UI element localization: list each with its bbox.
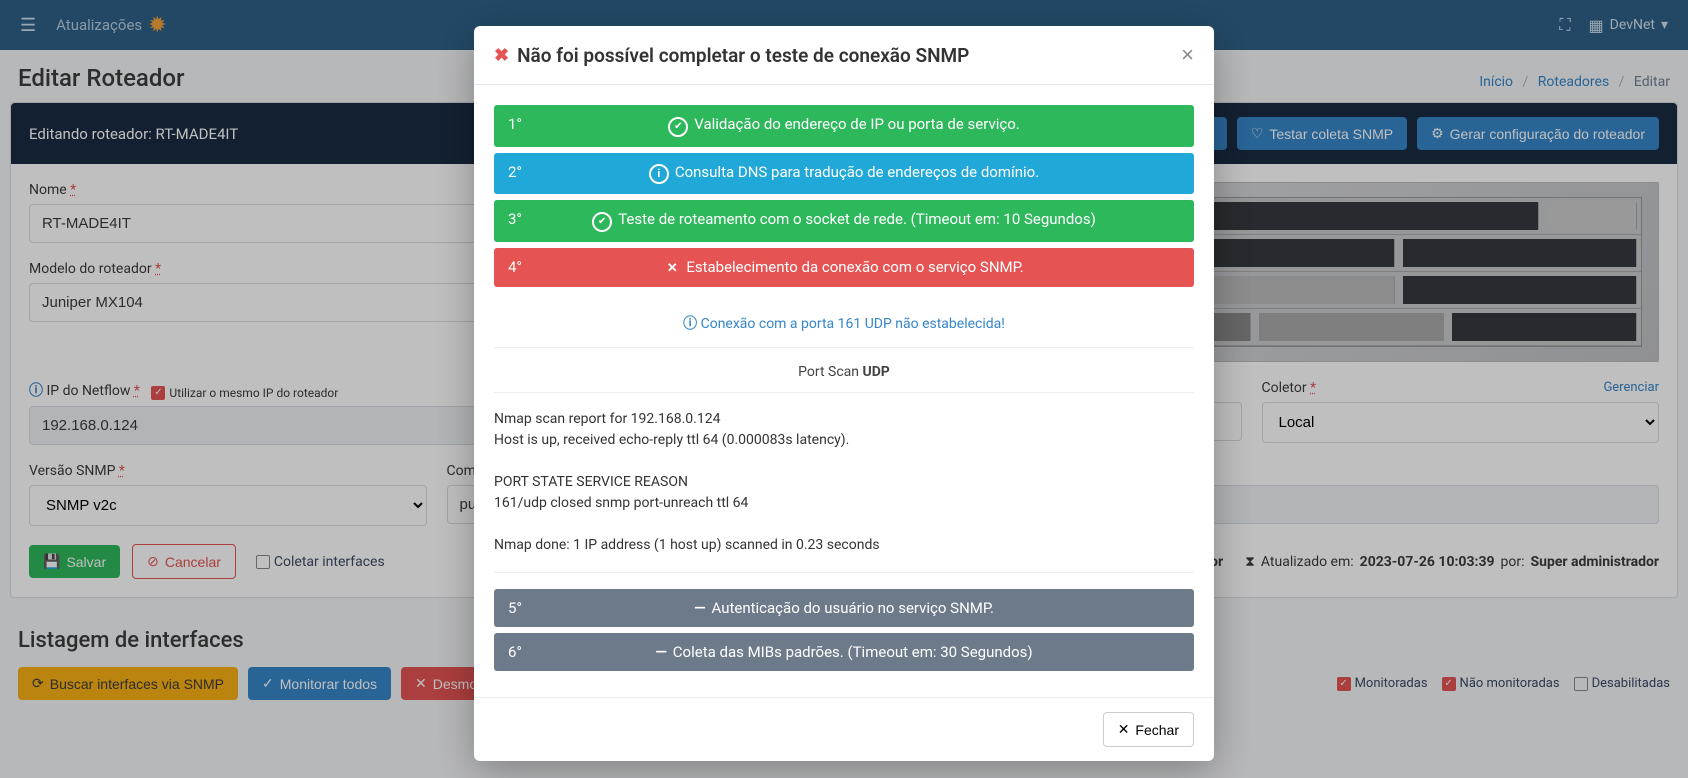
modal-close-button[interactable]: × — [1181, 42, 1194, 68]
close-icon: ✕ — [1118, 721, 1130, 738]
test-step-pending: 5°Autenticação do usuário no serviço SNM… — [494, 589, 1194, 627]
portscan-heading: Port Scan UDP — [494, 348, 1194, 393]
modal-title: ✖ Não foi possível completar o teste de … — [494, 44, 969, 67]
error-icon: ✖ — [494, 45, 509, 66]
test-step: 2°Consulta DNS para tradução de endereço… — [494, 153, 1194, 194]
info-icon: ⓘ — [683, 316, 697, 332]
test-step: 3°Teste de roteamento com o socket de re… — [494, 200, 1194, 242]
close-button[interactable]: ✕ Fechar — [1103, 712, 1194, 747]
test-step: 1°Validação do endereço de IP ou porta d… — [494, 105, 1194, 147]
modal-overlay: ✖ Não foi possível completar o teste de … — [0, 0, 1688, 778]
connection-error-message: ⓘ Conexão com a porta 161 UDP não estabe… — [494, 293, 1194, 348]
test-step-pending: 6°Coleta das MIBs padrões. (Timeout em: … — [494, 633, 1194, 671]
pending-steps-list: 5°Autenticação do usuário no serviço SNM… — [494, 589, 1194, 671]
scan-output: Nmap scan report for 192.168.0.124 Host … — [494, 393, 1194, 573]
test-step: 4°Estabelecimento da conexão com o servi… — [494, 248, 1194, 287]
close-label: Fechar — [1135, 722, 1179, 738]
snmp-test-modal: ✖ Não foi possível completar o teste de … — [474, 26, 1214, 761]
steps-list: 1°Validação do endereço de IP ou porta d… — [494, 105, 1194, 287]
